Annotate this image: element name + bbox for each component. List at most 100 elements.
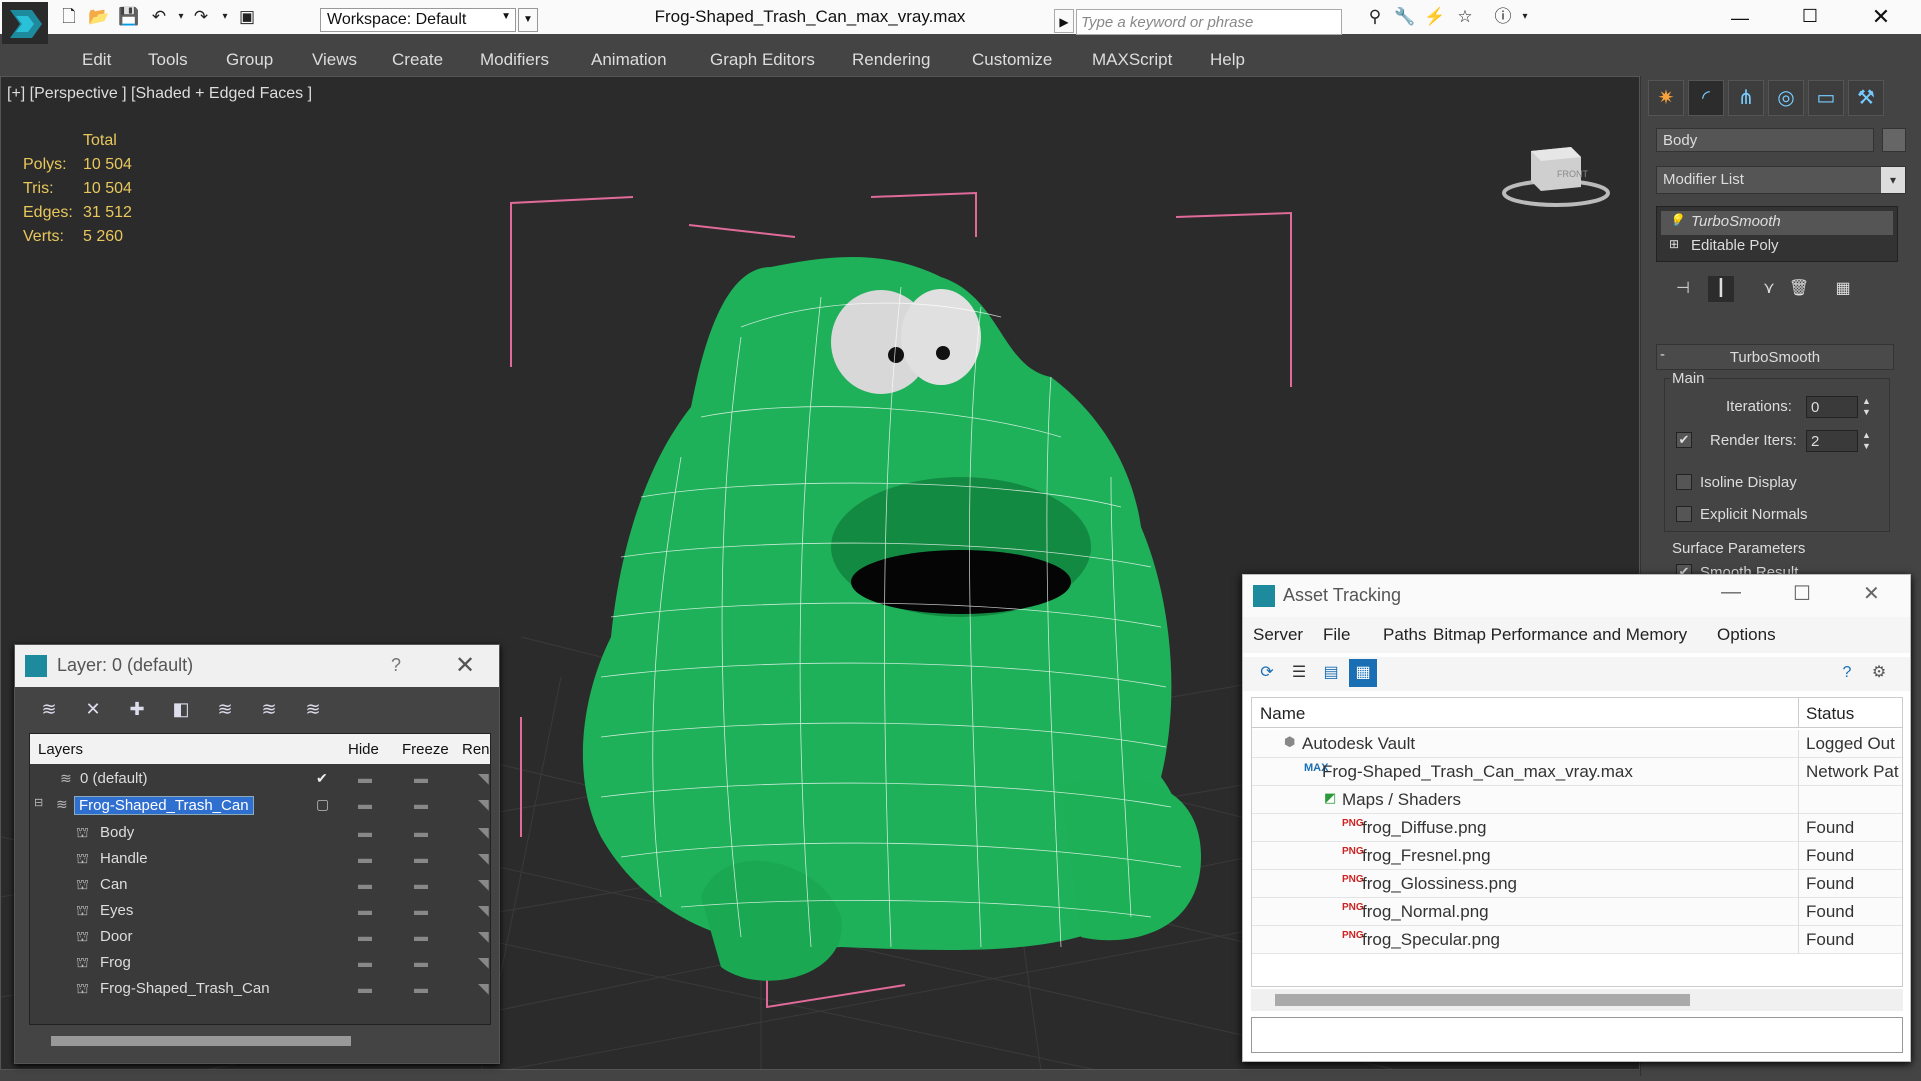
- menu-file[interactable]: File: [1323, 625, 1350, 645]
- menu-views[interactable]: Views: [312, 50, 357, 70]
- workspace-menu-button[interactable]: ▼: [518, 8, 538, 32]
- spinner-arrows-icon[interactable]: ▲ ▼: [1862, 396, 1871, 418]
- freeze-toggle[interactable]: ▬: [414, 824, 428, 840]
- binoculars-icon[interactable]: ⚲: [1364, 7, 1386, 27]
- minimize-button[interactable]: —: [1725, 8, 1755, 32]
- project-folder-icon[interactable]: ▣: [236, 7, 258, 27]
- menu-animation[interactable]: Animation: [591, 50, 667, 70]
- vault-settings-icon[interactable]: ⚙: [1865, 659, 1893, 687]
- render-toggle[interactable]: ◥: [478, 824, 489, 841]
- redo-dropdown-icon[interactable]: ▾: [214, 7, 236, 27]
- render-toggle[interactable]: ◥: [478, 876, 489, 893]
- column-render[interactable]: Ren: [462, 741, 490, 758]
- menu-options[interactable]: Options: [1717, 625, 1776, 645]
- menu-modifiers[interactable]: Modifiers: [480, 50, 549, 70]
- signal-icon[interactable]: ⚡: [1424, 7, 1446, 27]
- column-name[interactable]: Name: [1260, 704, 1305, 724]
- layer-row-eyes[interactable]: ⛫ Eyes ▬ ▬ ◥: [30, 898, 490, 926]
- workspace-dropdown[interactable]: Workspace: Default ▼: [320, 8, 516, 32]
- spinner-arrows-icon[interactable]: ▲ ▼: [1862, 430, 1871, 452]
- menu-customize[interactable]: Customize: [972, 50, 1052, 70]
- modifier-list-dropdown[interactable]: Modifier List ▾: [1656, 166, 1906, 194]
- freeze-toggle[interactable]: ▬: [414, 796, 428, 812]
- hide-toggle[interactable]: ▬: [358, 876, 372, 892]
- scrollbar-thumb[interactable]: [51, 1036, 351, 1046]
- maximize-button[interactable]: ☐: [1793, 581, 1811, 606]
- menu-tools[interactable]: Tools: [148, 50, 188, 70]
- motion-tab-icon[interactable]: ◎: [1768, 80, 1804, 116]
- create-tab-icon[interactable]: ✷: [1648, 80, 1684, 116]
- menu-bitmap-performance[interactable]: Bitmap Performance and Memory: [1433, 625, 1687, 645]
- iterations-spinner[interactable]: 0: [1806, 396, 1858, 418]
- object-color-swatch[interactable]: [1882, 128, 1906, 152]
- turbosmooth-rollout-header[interactable]: TurboSmooth: [1656, 344, 1894, 370]
- thumbnail-view-icon[interactable]: ▤: [1317, 659, 1345, 687]
- tools-icon[interactable]: 🔧: [1394, 7, 1416, 27]
- open-file-icon[interactable]: 📂: [88, 7, 110, 27]
- close-button[interactable]: ✕: [1866, 4, 1896, 30]
- make-active-box-icon[interactable]: ▢: [316, 796, 329, 813]
- expand-plus-icon[interactable]: ⊞: [1669, 237, 1679, 251]
- scrollbar-thumb[interactable]: [1275, 994, 1690, 1006]
- menu-create[interactable]: Create: [392, 50, 443, 70]
- layer-row-default[interactable]: ≋ 0 (default) ✔ ▬ ▬ ◥: [30, 766, 490, 794]
- sort-layers-icon[interactable]: ≋: [35, 695, 63, 723]
- minimize-button[interactable]: —: [1721, 581, 1741, 604]
- stack-item-editable-poly[interactable]: ⊞ Editable Poly: [1661, 235, 1893, 259]
- refresh-icon[interactable]: ⟳: [1253, 659, 1281, 687]
- search-expand-button[interactable]: ▶: [1054, 9, 1074, 33]
- column-hide[interactable]: Hide: [348, 741, 379, 758]
- add-selection-icon[interactable]: ◧: [167, 695, 195, 723]
- modify-tab-icon[interactable]: ◜: [1688, 80, 1724, 116]
- help-icon[interactable]: ⓘ: [1492, 7, 1514, 27]
- list-view-icon[interactable]: ☰: [1285, 659, 1313, 687]
- render-toggle[interactable]: ◥: [478, 980, 489, 997]
- hide-toggle[interactable]: ▬: [358, 954, 372, 970]
- collapse-icon[interactable]: -: [1660, 346, 1665, 363]
- horizontal-scrollbar[interactable]: [1251, 989, 1903, 1011]
- hide-toggle[interactable]: ▬: [358, 928, 372, 944]
- layer-row-body[interactable]: ⛫ Body ▬ ▬ ◥: [30, 820, 490, 848]
- make-unique-icon[interactable]: ⋎: [1756, 276, 1782, 302]
- layer-row-frog-shaped-trash-can-object[interactable]: ⛫ Frog-Shaped_Trash_Can ▬ ▬ ◥: [30, 976, 490, 1004]
- asset-row-frog-normal[interactable]: PNG frog_Normal.png Found: [1252, 898, 1902, 926]
- new-file-icon[interactable]: 🗋: [58, 7, 80, 27]
- layer-window-titlebar[interactable]: Layer: 0 (default) ? ✕: [15, 645, 499, 687]
- asset-row-frog-specular[interactable]: PNG frog_Specular.png Found: [1252, 926, 1902, 954]
- menu-server[interactable]: Server: [1253, 625, 1303, 645]
- render-toggle[interactable]: ◥: [478, 850, 489, 867]
- hide-toggle[interactable]: ▬: [358, 770, 372, 786]
- pin-stack-icon[interactable]: ⊣: [1670, 276, 1696, 302]
- display-tab-icon[interactable]: ▭: [1808, 80, 1844, 116]
- column-freeze[interactable]: Freeze: [402, 741, 449, 758]
- asset-row-frog-glossiness[interactable]: PNG frog_Glossiness.png Found: [1252, 870, 1902, 898]
- asset-row-max-file[interactable]: MAX Frog-Shaped_Trash_Can_max_vray.max N…: [1252, 758, 1902, 786]
- layer-row-frog-shaped-trash-can[interactable]: ⊟ ≋ Frog-Shaped_Trash_Can ▢ ▬ ▬ ◥: [30, 792, 490, 820]
- asset-window-titlebar[interactable]: Asset Tracking — ☐ ✕: [1243, 575, 1910, 617]
- column-layers[interactable]: Layers: [38, 741, 83, 758]
- active-layer-check-icon[interactable]: ✔: [316, 770, 328, 787]
- hide-toggle[interactable]: ▬: [358, 980, 372, 996]
- layer-row-can[interactable]: ⛫ Can ▬ ▬ ◥: [30, 872, 490, 900]
- menu-maxscript[interactable]: MAXScript: [1092, 50, 1172, 70]
- show-end-result-icon[interactable]: ┃: [1708, 276, 1734, 302]
- render-toggle[interactable]: ◥: [478, 902, 489, 919]
- configure-sets-icon[interactable]: ▦: [1830, 276, 1856, 302]
- freeze-toggle[interactable]: ▬: [414, 850, 428, 866]
- select-objects-icon[interactable]: ≋: [211, 695, 239, 723]
- layer-row-door[interactable]: ⛫ Door ▬ ▬ ◥: [30, 924, 490, 952]
- hide-toggle[interactable]: ▬: [358, 824, 372, 840]
- freeze-toggle[interactable]: ▬: [414, 980, 428, 996]
- hide-toggle[interactable]: ▬: [358, 796, 372, 812]
- help-button[interactable]: ?: [391, 655, 401, 676]
- viewport-label[interactable]: [+] [Perspective ] [Shaded + Edged Faces…: [7, 85, 312, 103]
- asset-row-maps-shaders[interactable]: ◩ Maps / Shaders: [1252, 786, 1902, 814]
- layer-row-frog[interactable]: ⛫ Frog ▬ ▬ ◥: [30, 950, 490, 978]
- freeze-toggle[interactable]: ▬: [414, 954, 428, 970]
- render-toggle[interactable]: ◥: [478, 954, 489, 971]
- render-iters-checkbox[interactable]: ✔: [1676, 432, 1692, 448]
- menu-paths[interactable]: Paths: [1383, 625, 1426, 645]
- menu-rendering[interactable]: Rendering: [852, 50, 930, 70]
- freeze-toggle[interactable]: ▬: [414, 928, 428, 944]
- freeze-toggle[interactable]: ▬: [414, 770, 428, 786]
